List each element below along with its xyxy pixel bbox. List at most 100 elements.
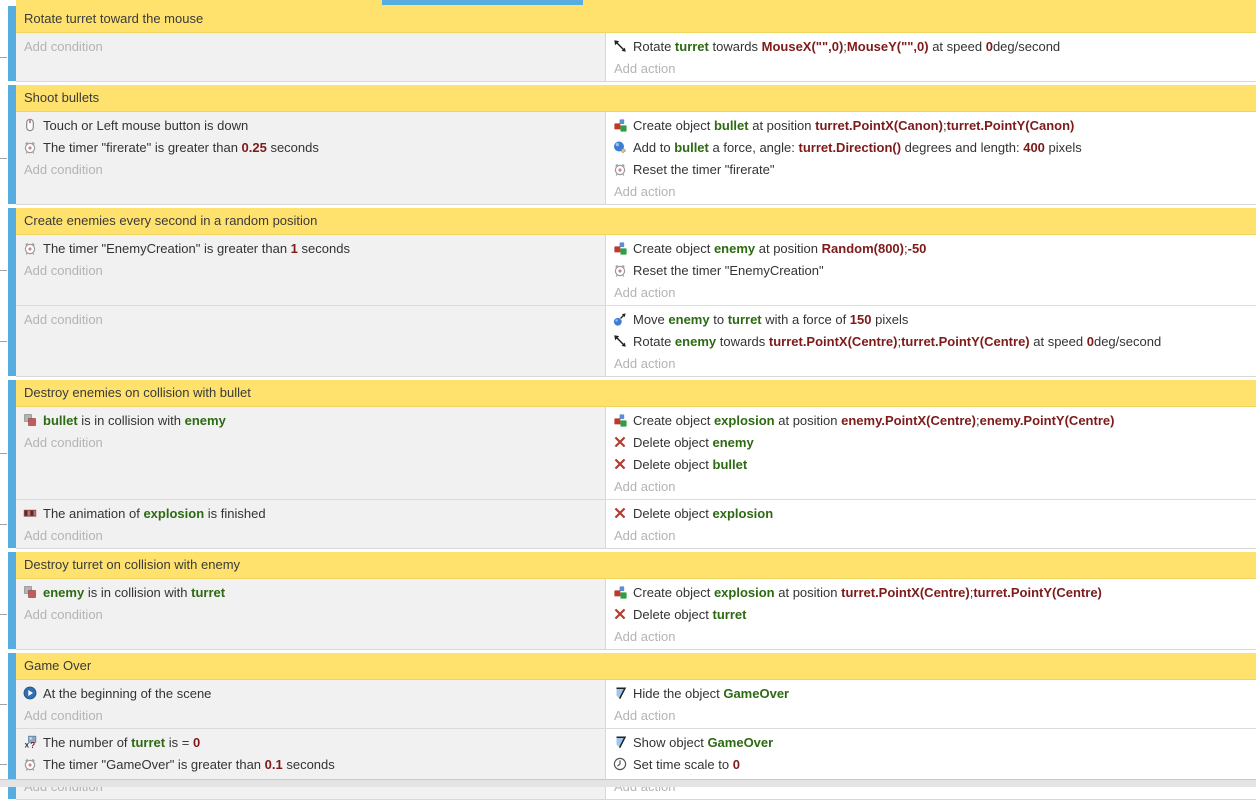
horizontal-scrollbar-thumb[interactable]	[382, 0, 583, 5]
text-segment: seconds	[298, 241, 350, 256]
add-condition-button[interactable]: Add condition	[22, 431, 605, 453]
create-object-icon	[612, 240, 628, 256]
event-action[interactable]: Create object enemy at position Random(8…	[612, 237, 1256, 259]
event-action[interactable]: Rotate turret towards MouseX("",0);Mouse…	[612, 35, 1256, 57]
text-segment: a force, angle:	[709, 140, 799, 155]
add-condition-button[interactable]: Add condition	[22, 704, 605, 726]
event-drag-handle[interactable]	[0, 453, 7, 454]
add-action-button[interactable]: Add action	[612, 352, 1256, 374]
event-action[interactable]: Delete object turret	[612, 603, 1256, 625]
text-segment: Show object	[633, 735, 707, 750]
event-action[interactable]: Add to bullet a force, angle: turret.Dir…	[612, 136, 1256, 158]
add-condition-button[interactable]: Add condition	[22, 524, 605, 546]
event-selection-bar[interactable]	[8, 6, 16, 81]
event-drag-handle[interactable]	[0, 614, 7, 615]
event-action[interactable]: Create object bullet at position turret.…	[612, 114, 1256, 136]
action-text: Create object explosion at position enem…	[633, 413, 1114, 428]
text-segment: turret.Direction()	[799, 140, 902, 155]
event-drag-handle[interactable]	[0, 158, 7, 159]
event-action[interactable]: Delete object bullet	[612, 453, 1256, 475]
event-condition[interactable]: The timer "EnemyCreation" is greater tha…	[22, 237, 605, 259]
add-condition-button[interactable]: Add condition	[22, 308, 605, 330]
add-action-button[interactable]: Add action	[612, 475, 1256, 497]
text-segment: with a force of	[762, 312, 850, 327]
text-segment: Delete object	[633, 607, 713, 622]
event-condition[interactable]: Touch or Left mouse button is down	[22, 114, 605, 136]
timer-icon	[612, 262, 628, 278]
group-header[interactable]: Destroy enemies on collision with bullet	[16, 380, 1256, 407]
event-drag-handle[interactable]	[0, 764, 7, 765]
condition-text: The timer "EnemyCreation" is greater tha…	[43, 241, 350, 256]
add-condition-button[interactable]: Add condition	[22, 35, 605, 57]
event-selection-bar[interactable]	[8, 208, 16, 376]
event-condition[interactable]: x? The number of turret is = 0	[22, 731, 605, 753]
create-object-icon	[612, 117, 628, 133]
action-text: Reset the timer "EnemyCreation"	[633, 263, 824, 278]
add-condition-button[interactable]: Add condition	[22, 158, 605, 180]
add-action-button[interactable]: Add action	[612, 704, 1256, 726]
event-drag-handle[interactable]	[0, 524, 7, 525]
event-action[interactable]: Delete object explosion	[612, 502, 1256, 524]
event-action[interactable]: Set time scale to 0	[612, 753, 1256, 775]
group-header[interactable]: Destroy turret on collision with enemy	[16, 552, 1256, 579]
event-drag-handle[interactable]	[0, 270, 7, 271]
event-drag-handle[interactable]	[0, 57, 7, 58]
condition-text: The number of turret is = 0	[43, 735, 200, 750]
event-action[interactable]: Reset the timer "firerate"	[612, 158, 1256, 180]
event-action[interactable]: Delete object enemy	[612, 431, 1256, 453]
add-action-button[interactable]: Add action	[612, 625, 1256, 647]
add-condition-button[interactable]: Add condition	[22, 603, 605, 625]
event-action[interactable]: Move enemy to turret with a force of 150…	[612, 308, 1256, 330]
event-action[interactable]: Create object explosion at position turr…	[612, 581, 1256, 603]
actions-cell: Create object explosion at position turr…	[605, 579, 1256, 649]
actions-cell: Show object GameOverSet time scale to 0A…	[605, 729, 1256, 799]
event-group: Destroy turret on collision with enemyen…	[16, 552, 1256, 650]
count-icon: x?	[22, 734, 38, 750]
text-segment: seconds	[267, 140, 319, 155]
text-segment: 150	[850, 312, 872, 327]
event-selection-bar[interactable]	[8, 552, 16, 649]
text-segment: At the beginning of the scene	[43, 686, 211, 701]
event-condition[interactable]: enemy is in collision with turret	[22, 581, 605, 603]
condition-text: The animation of explosion is finished	[43, 506, 266, 521]
event-selection-bar[interactable]	[8, 85, 16, 204]
conditions-cell: The animation of explosion is finished Ad…	[16, 500, 605, 548]
add-action-button[interactable]: Add action	[612, 281, 1256, 303]
add-action-button[interactable]: Add action	[612, 180, 1256, 202]
group-header[interactable]: Shoot bullets	[16, 85, 1256, 112]
event-drag-handle[interactable]	[0, 341, 7, 342]
text-segment: enemy.PointY(Centre)	[980, 413, 1115, 428]
event-selection-bar[interactable]	[8, 380, 16, 548]
text-segment: enemy	[713, 435, 754, 450]
event-action[interactable]: Show object GameOver	[612, 731, 1256, 753]
text-segment: The animation of	[43, 506, 143, 521]
add-action-button[interactable]: Add action	[612, 57, 1256, 79]
event-action[interactable]: Rotate enemy towards turret.PointX(Centr…	[612, 330, 1256, 352]
event-condition[interactable]: At the beginning of the scene	[22, 682, 605, 704]
actions-cell: Delete object explosionAdd action	[605, 500, 1256, 548]
text-segment: enemy	[668, 312, 709, 327]
add-condition-button[interactable]: Add condition	[22, 259, 605, 281]
action-text: Create object explosion at position turr…	[633, 585, 1102, 600]
event-action[interactable]: Reset the timer "EnemyCreation"	[612, 259, 1256, 281]
event-action[interactable]: Create object explosion at position enem…	[612, 409, 1256, 431]
group-header[interactable]: Game Over	[16, 653, 1256, 680]
actions-cell: Rotate turret towards MouseX("",0);Mouse…	[605, 33, 1256, 81]
text-segment: at speed	[1030, 334, 1087, 349]
event-condition[interactable]: The animation of explosion is finished	[22, 502, 605, 524]
text-segment: at position	[775, 585, 842, 600]
group-header[interactable]: Rotate turret toward the mouse	[16, 6, 1256, 33]
group-header[interactable]: Create enemies every second in a random …	[16, 208, 1256, 235]
event-condition[interactable]: The timer "GameOver" is greater than 0.1…	[22, 753, 605, 775]
event-drag-handle[interactable]	[0, 704, 7, 705]
text-segment: deg/second	[1094, 334, 1161, 349]
event-action[interactable]: Hide the object GameOver	[612, 682, 1256, 704]
add-action-button[interactable]: Add action	[612, 524, 1256, 546]
text-segment: enemy	[714, 241, 755, 256]
conditions-cell: enemy is in collision with turretAdd con…	[16, 579, 605, 649]
action-text: Show object GameOver	[633, 735, 773, 750]
condition-text: Touch or Left mouse button is down	[43, 118, 248, 133]
event-selection-bar[interactable]	[8, 653, 16, 799]
event-condition[interactable]: bullet is in collision with enemy	[22, 409, 605, 431]
event-condition[interactable]: The timer "firerate" is greater than 0.2…	[22, 136, 605, 158]
